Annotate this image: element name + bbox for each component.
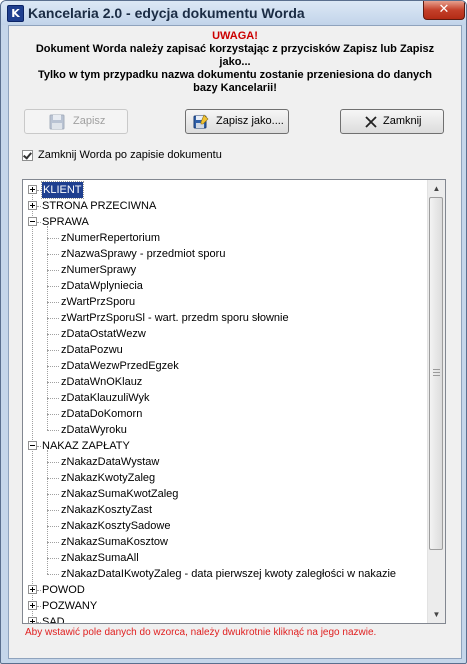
app-icon: K: [7, 5, 24, 22]
tree-field-item[interactable]: zWartPrzSporuSl - wart. przedm sporu sło…: [61, 310, 289, 326]
tree-connector: [47, 542, 59, 543]
save-as-label: Zapisz jako....: [216, 115, 284, 127]
tree-connector: [47, 286, 59, 287]
title-bar[interactable]: K Kancelaria 2.0 - edycja dokumentu Word…: [1, 1, 466, 25]
tree-connector: [47, 226, 48, 430]
data-field-tree[interactable]: KLIENT STRONA PRZECIWNA SPRAWA zNumerRepert…: [22, 179, 446, 624]
save-label: Zapisz: [73, 115, 106, 127]
tree-node-powod[interactable]: POWOD: [42, 582, 85, 598]
tree-connector: [47, 254, 59, 255]
tree-connector: [47, 414, 59, 415]
tree-node-klient[interactable]: KLIENT: [41, 181, 84, 199]
expand-toggle-icon[interactable]: [28, 585, 37, 594]
expand-toggle-icon[interactable]: [28, 617, 37, 623]
floppy-disk-icon: [49, 114, 65, 130]
tree-connector: [47, 526, 59, 527]
tree-connector: [47, 494, 59, 495]
tree-field-item[interactable]: zNakazSumaKwotZaleg: [61, 486, 178, 502]
editor-window: K Kancelaria 2.0 - edycja dokumentu Word…: [0, 0, 467, 664]
tree-connector: [37, 206, 41, 207]
tree-scrollbar[interactable]: ▲ ▼: [427, 180, 445, 623]
close-word-checkbox[interactable]: [22, 150, 33, 161]
expand-toggle-icon[interactable]: [28, 601, 37, 610]
warning-line-1: Dokument Worda należy zapisać korzystają…: [35, 43, 435, 55]
close-label: Zamknij: [383, 115, 422, 127]
save-as-icon: [193, 114, 209, 129]
tree-field-item[interactable]: zDataPozwu: [61, 342, 123, 358]
warning-notice: UWAGA! Dokument Worda należy zapisać kor…: [9, 30, 461, 95]
tree-connector: [47, 238, 59, 239]
tree-field-item[interactable]: zDataWyroku: [61, 422, 127, 438]
tree-connector: [47, 478, 59, 479]
tree-field-item[interactable]: zNazwaSprawy - przedmiot sporu: [61, 246, 225, 262]
tree-connector: [47, 382, 59, 383]
tree-field-item[interactable]: zNakazSumaKosztow: [61, 534, 168, 550]
save-button[interactable]: Zapisz: [24, 109, 128, 134]
tree-connector: [47, 366, 59, 367]
tree-connector: [47, 398, 59, 399]
tree-field-item[interactable]: zNakazKosztySadowe: [61, 518, 170, 534]
tree-field-item[interactable]: zDataWezwPrzedEgzek: [61, 358, 179, 374]
tree-content: KLIENT STRONA PRZECIWNA SPRAWA zNumerRepert…: [23, 180, 428, 623]
tree-connector: [47, 462, 59, 463]
tree-connector: [47, 430, 59, 431]
tree-connector: [37, 222, 41, 223]
tree-field-item[interactable]: zDataDoKomorn: [61, 406, 142, 422]
window-close-button[interactable]: ✕: [423, 1, 465, 20]
window-title: Kancelaria 2.0 - edycja dokumentu Worda: [28, 5, 305, 21]
tree-connector: [37, 446, 41, 447]
collapse-toggle-icon[interactable]: [28, 217, 37, 226]
close-word-checkbox-label[interactable]: Zamknij Worda po zapisie dokumentu: [38, 149, 222, 161]
dialog-body: UWAGA! Dokument Worda należy zapisać kor…: [8, 25, 462, 659]
tree-connector: [47, 558, 59, 559]
tree-connector: [47, 318, 59, 319]
close-button[interactable]: Zamknij: [340, 109, 444, 134]
tree-field-item[interactable]: zNakazDataWystaw: [61, 454, 159, 470]
scrollbar-thumb[interactable]: [429, 197, 443, 550]
tree-node-pozwany[interactable]: POZWANY: [42, 598, 97, 614]
scroll-down-arrow-icon[interactable]: ▼: [428, 606, 445, 623]
tree-field-item[interactable]: zNakazKwotyZaleg: [61, 470, 155, 486]
tree-connector: [47, 574, 59, 575]
scroll-up-arrow-icon[interactable]: ▲: [428, 180, 445, 197]
tree-field-item[interactable]: zNakazDataIKwotyZaleg - data pierwszej k…: [61, 566, 396, 582]
warning-line-3: Tylko w tym przypadku nazwa dokumentu zo…: [37, 69, 433, 81]
close-icon: [365, 116, 377, 128]
tree-connector: [37, 606, 41, 607]
tree-connector: [37, 190, 41, 191]
tree-connector: [47, 350, 59, 351]
tree-connector: [37, 622, 41, 623]
warning-line-2: jako...: [219, 56, 251, 68]
tree-connector: [47, 450, 48, 574]
tree-connector: [47, 270, 59, 271]
tree-connector: [47, 510, 59, 511]
tree-field-item[interactable]: zNakazSumaAll: [61, 550, 139, 566]
tree-field-item[interactable]: zNumerRepertorium: [61, 230, 160, 246]
tree-field-item[interactable]: zDataWnOKlauz: [61, 374, 142, 390]
tree-connector: [47, 334, 59, 335]
tree-connector: [32, 195, 33, 622]
warning-heading: UWAGA!: [212, 30, 258, 42]
tree-node-nakaz-zap-aty[interactable]: NAKAZ ZAPŁATY: [42, 438, 130, 454]
tree-connector: [37, 590, 41, 591]
save-as-button[interactable]: Zapisz jako....: [185, 109, 289, 134]
tree-field-item[interactable]: zDataKlauzuliWyk: [61, 390, 150, 406]
collapse-toggle-icon[interactable]: [28, 441, 37, 450]
tree-node-strona-przeciwna[interactable]: STRONA PRZECIWNA: [42, 198, 156, 214]
tree-field-item[interactable]: zNumerSprawy: [61, 262, 136, 278]
expand-toggle-icon[interactable]: [28, 185, 37, 194]
tree-field-item[interactable]: zDataOstatWezw: [61, 326, 146, 342]
warning-line-4: bazy Kancelarii!: [193, 82, 277, 94]
tree-field-item[interactable]: zWartPrzSporu: [61, 294, 135, 310]
expand-toggle-icon[interactable]: [28, 201, 37, 210]
tree-node-sad[interactable]: SAD: [42, 614, 65, 623]
tree-field-item[interactable]: zNakazKosztyZast: [61, 502, 152, 518]
double-click-hint: Aby wstawić pole danych do wzorca, należ…: [25, 627, 377, 638]
tree-node-sprawa[interactable]: SPRAWA: [42, 214, 89, 230]
tree-connector: [47, 302, 59, 303]
tree-field-item[interactable]: zDataWplyniecia: [61, 278, 143, 294]
